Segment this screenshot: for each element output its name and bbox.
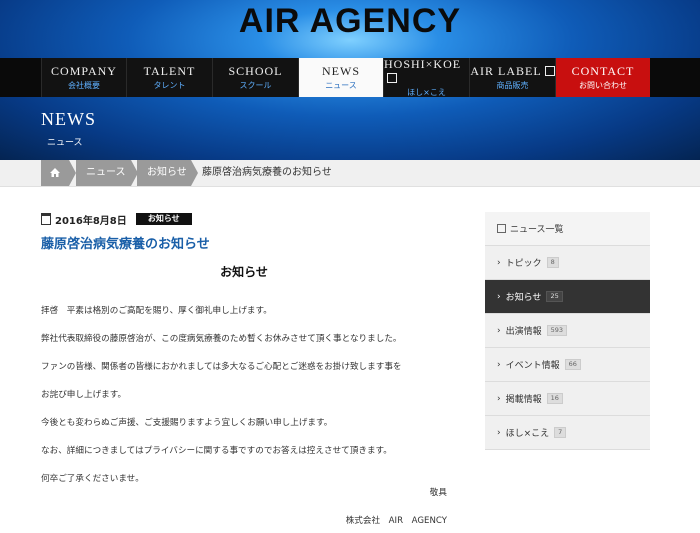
article-paragraph: 今後とも変わらぬご声援、ご支援賜りますよう宜しくお願い申し上げます。 — [41, 418, 333, 428]
article-date: 2016年8月8日 — [55, 215, 127, 227]
sidebar-item-appearance[interactable]: › 出演情報 593 — [485, 314, 650, 348]
breadcrumb-category[interactable]: お知らせ — [137, 160, 191, 186]
edit-icon — [497, 224, 506, 233]
article-paragraph: なお、詳細につきましてはプライバシーに関する事ですのでお答えは控えさせて頂きます… — [41, 446, 392, 456]
nav-contact[interactable]: CONTACT お問い合わせ — [555, 58, 650, 97]
category-tag[interactable]: お知らせ — [135, 213, 192, 225]
news-sidebar: ニュース一覧 › トピック 8 › お知らせ 25 › 出演情報 593 › イ… — [485, 212, 650, 450]
nav-school[interactable]: SCHOOL スクール — [212, 58, 298, 97]
count-badge: 8 — [546, 257, 559, 268]
sidebar-item-hoshikoe[interactable]: › ほし×こえ 7 — [485, 416, 650, 450]
closing-text: 敬具 — [429, 488, 447, 498]
nav-company[interactable]: COMPANY 会社概要 — [41, 58, 126, 97]
breadcrumb-news[interactable]: ニュース — [76, 160, 131, 186]
count-badge: 25 — [546, 291, 563, 302]
chevron-right-icon: › — [497, 291, 501, 302]
sidebar-item-topic[interactable]: › トピック 8 — [485, 246, 650, 280]
home-icon — [50, 167, 60, 177]
site-header: AIR AGENCY COMPANY 会社概要 TALENT タレント SCHO… — [0, 0, 700, 160]
sidebar-header[interactable]: ニュース一覧 — [485, 212, 650, 246]
count-badge: 16 — [546, 393, 563, 404]
article-paragraph: 何卒ご了承くださいませ。 — [41, 474, 144, 484]
chevron-right-icon: › — [497, 393, 501, 404]
nav-hoshikoe[interactable]: HOSHI×KOE ほし×こえ — [383, 57, 469, 97]
chevron-right-icon: › — [497, 427, 501, 438]
breadcrumb: ニュース お知らせ 藤原啓治病気療養のお知らせ — [0, 160, 700, 187]
article-paragraph: お詫び申し上げます。 — [41, 390, 127, 400]
chevron-right-icon: › — [497, 257, 501, 268]
count-badge: 593 — [546, 325, 568, 336]
sidebar-item-event[interactable]: › イベント情報 66 — [485, 348, 650, 382]
article-paragraph: ファンの皆様、関係者の皆様におかれましては多大なるご心配とご迷惑をお掛け致します… — [41, 362, 402, 372]
page-title: NEWS — [41, 109, 96, 129]
breadcrumb-home[interactable] — [41, 160, 69, 186]
site-logo[interactable]: AIR AGENCY — [0, 2, 700, 41]
nav-talent[interactable]: TALENT タレント — [126, 58, 212, 97]
external-link-icon — [387, 72, 397, 83]
chevron-right-icon: › — [497, 359, 501, 370]
nav-news[interactable]: NEWS ニュース — [298, 58, 383, 97]
calendar-icon — [41, 213, 51, 225]
article-paragraph: 拝啓 平素は格別のご高配を賜り、厚く御礼申し上げます。 — [41, 306, 272, 316]
breadcrumb-current: 藤原啓治病気療養のお知らせ — [202, 167, 332, 178]
article-meta: 2016年8月8日 お知らせ — [41, 212, 192, 227]
article-title: 藤原啓治病気療養のお知らせ — [41, 237, 210, 252]
sidebar-item-oshirase[interactable]: › お知らせ 25 — [485, 280, 650, 314]
count-badge: 7 — [554, 427, 567, 438]
external-link-icon — [544, 65, 555, 76]
article-heading: お知らせ — [220, 265, 268, 279]
main-nav: COMPANY 会社概要 TALENT タレント SCHOOL スクール NEW… — [0, 57, 700, 97]
sidebar-item-publication[interactable]: › 掲載情報 16 — [485, 382, 650, 416]
signature-text: 株式会社 AIR AGENCY — [345, 516, 447, 526]
article-paragraph: 弊社代表取締役の藤原啓治が、この度病気療養のため暫くお休みさせて頂く事となりまし… — [41, 334, 402, 344]
chevron-right-icon: › — [497, 325, 501, 336]
page-subtitle: ニュース — [47, 138, 83, 148]
count-badge: 66 — [564, 359, 581, 370]
nav-air-label[interactable]: AIR LABEL 商品販売 — [469, 58, 555, 97]
